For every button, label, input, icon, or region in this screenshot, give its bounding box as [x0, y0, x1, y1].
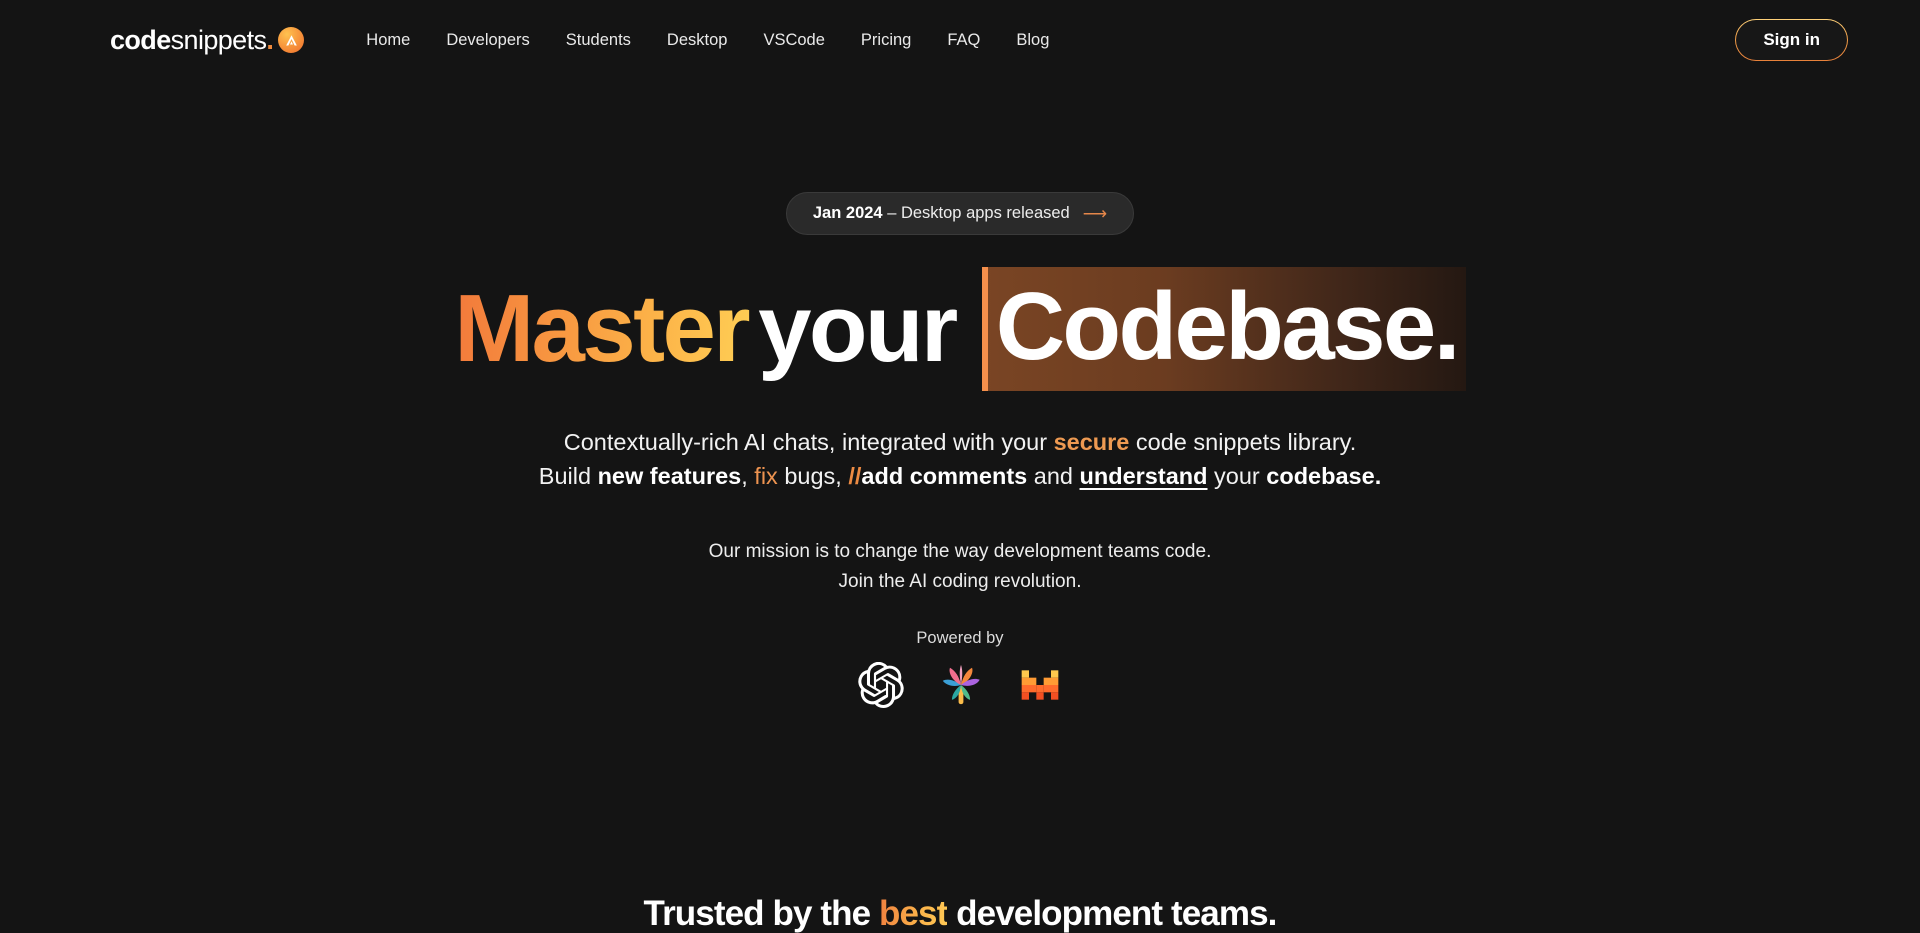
nav-link-pricing[interactable]: Pricing [851, 25, 921, 56]
nav-link-faq[interactable]: FAQ [937, 25, 990, 56]
subline2-bugs: bugs, [777, 462, 849, 489]
subline2-build: Build [538, 462, 598, 489]
hero-subline-2: Build new features, fix bugs, //add comm… [0, 459, 1920, 493]
headline-word-master: Master [454, 275, 754, 383]
hero-subline-group: Contextually-rich AI chats, integrated w… [0, 425, 1920, 494]
top-navbar: code snippets. Home Developers Students D… [0, 0, 1920, 80]
mistral-ai-logo[interactable] [1018, 663, 1062, 707]
brand-code-text: code [110, 24, 171, 55]
sign-in-button[interactable]: Sign in [1735, 19, 1848, 61]
powered-by-logos [0, 661, 1920, 708]
subline2-fix: fix [754, 462, 778, 489]
mission-statement: Our mission is to change the way develop… [0, 537, 1920, 596]
trusted-after: development teams. [947, 893, 1277, 933]
subline2-codebase: codebase. [1266, 462, 1382, 489]
subline2-understand: understand [1079, 462, 1208, 489]
google-palm-logo[interactable] [938, 662, 984, 708]
headline-word-codebase: Codebase. [981, 267, 1466, 391]
codesnippets-chevron-icon [278, 27, 305, 53]
nav-link-vscode[interactable]: VSCode [753, 25, 834, 56]
subline1-before: Contextually-rich AI chats, integrated w… [563, 428, 1054, 455]
nav-link-students[interactable]: Students [556, 25, 641, 56]
subline2-add-comments: add comments [861, 462, 1028, 489]
nav-links: Home Developers Students Desktop VSCode … [356, 25, 1059, 56]
badge-date: Jan 2024 [812, 204, 883, 222]
brand-snippets-text: snippets [170, 24, 267, 55]
subline2-and: and [1027, 462, 1080, 489]
subline1-after: code snippets library. [1129, 428, 1357, 455]
badge-text: – Desktop apps released [882, 204, 1070, 222]
headline-word-your: your [758, 275, 958, 382]
trusted-heading: Trusted by the best development teams. [0, 894, 1920, 933]
subline2-your: your [1207, 462, 1267, 489]
trusted-accent-best: best [878, 893, 948, 933]
mission-line-2: Join the AI coding revolution. [838, 570, 1082, 592]
arrow-right-icon: ⟶ [1082, 204, 1108, 223]
subline2-new-features: new features [597, 462, 742, 489]
hero-section: Jan 2024 – Desktop apps released ⟶ Maste… [0, 80, 1920, 708]
subline2-slashes: // [848, 462, 862, 489]
hero-subline-1: Contextually-rich AI chats, integrated w… [0, 425, 1920, 459]
nav-link-developers[interactable]: Developers [436, 25, 539, 56]
trusted-before: Trusted by the [643, 893, 879, 933]
subline1-accent-secure: secure [1053, 428, 1130, 455]
brand-dot: . [266, 24, 274, 55]
announcement-badge[interactable]: Jan 2024 – Desktop apps released ⟶ [785, 192, 1135, 235]
nav-link-desktop[interactable]: Desktop [657, 25, 738, 56]
powered-by-label: Powered by [916, 628, 1004, 647]
mission-line-1: Our mission is to change the way develop… [708, 541, 1212, 563]
nav-link-home[interactable]: Home [356, 25, 420, 56]
hero-headline: Master your Codebase. [0, 267, 1920, 391]
brand-logo[interactable]: code snippets. [110, 24, 305, 56]
nav-link-blog[interactable]: Blog [1006, 25, 1059, 56]
subline2-comma: , [741, 462, 755, 489]
openai-logo[interactable] [858, 661, 904, 708]
